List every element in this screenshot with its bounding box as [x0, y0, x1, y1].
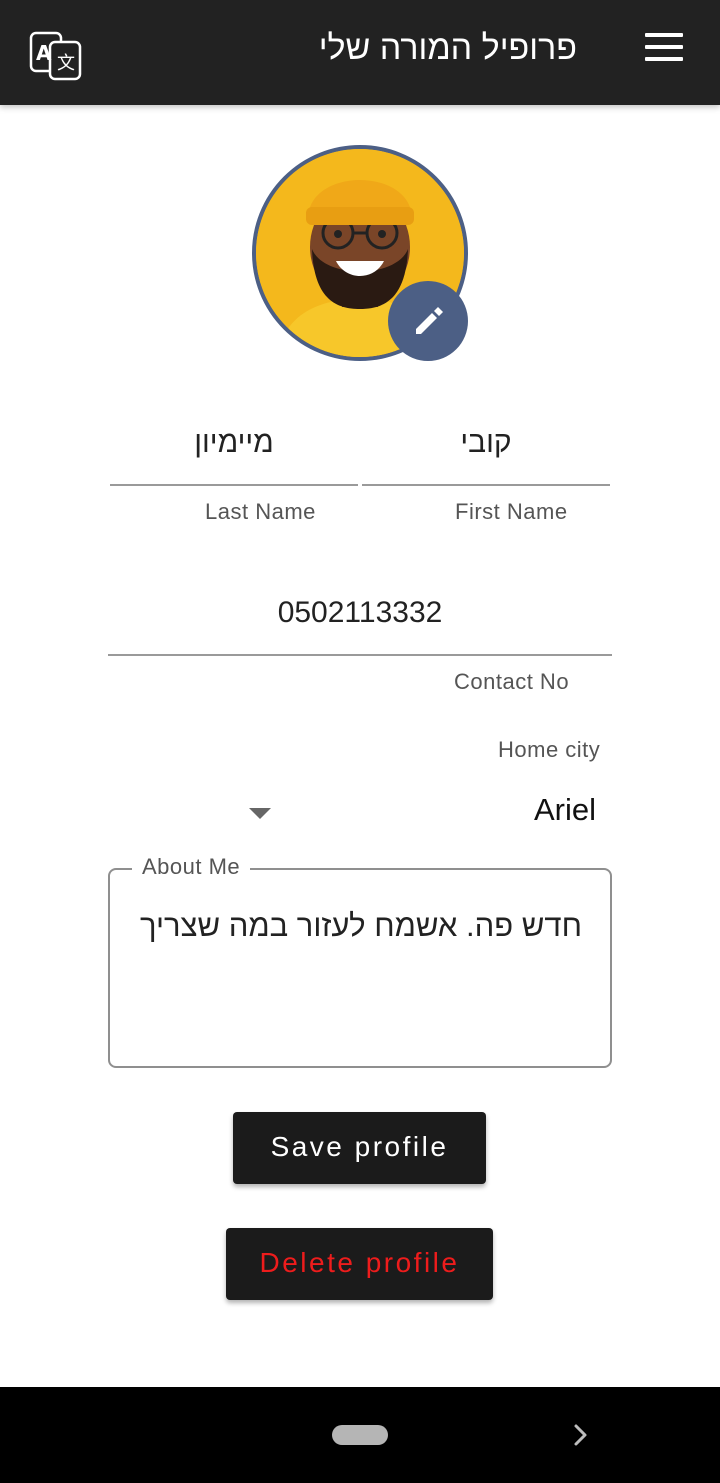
last-name-underline — [110, 484, 358, 486]
contact-value: 0502113332 — [277, 596, 443, 629]
first-name-field[interactable]: קובי — [362, 420, 610, 488]
translate-icon[interactable]: A 文 — [28, 30, 84, 82]
home-city-value: Ariel — [533, 792, 596, 827]
dropdown-arrow-icon — [249, 808, 271, 819]
svg-text:文: 文 — [57, 53, 75, 74]
last-name-value: מיימיון — [194, 426, 274, 459]
contact-label: Contact No — [454, 669, 570, 694]
first-name-label: First Name — [455, 499, 568, 524]
home-city-label: Home city — [498, 737, 601, 762]
about-me-label: About Me — [132, 854, 251, 880]
last-name-label: Last Name — [205, 499, 316, 524]
last-name-field[interactable]: מיימיון — [110, 420, 358, 488]
about-me-textarea[interactable]: About Me חדש פה. אשמח לעזור במה שצריך — [108, 854, 612, 1068]
save-profile-button[interactable]: Save profile — [233, 1112, 486, 1184]
svg-text:A: A — [36, 41, 52, 65]
home-city-select[interactable]: Ariel — [108, 780, 612, 842]
contact-underline — [108, 654, 612, 656]
chevron-right-icon[interactable] — [568, 1421, 594, 1449]
app-header: A 文 פרופיל המורה שלי — [0, 0, 720, 105]
page-title: פרופיל המורה שלי — [318, 29, 577, 67]
contact-field[interactable]: 0502113332 — [108, 590, 612, 658]
about-me-value: חדש פה. אשמח לעזור במה שצריך — [140, 908, 582, 943]
home-pill-icon[interactable] — [332, 1425, 388, 1445]
avatar — [252, 145, 468, 361]
system-navigation-bar — [0, 1387, 720, 1483]
first-name-underline — [362, 484, 610, 486]
pencil-icon[interactable] — [388, 281, 468, 361]
hamburger-menu-icon[interactable] — [643, 33, 685, 65]
delete-profile-button[interactable]: Delete profile — [226, 1228, 493, 1300]
first-name-value: קובי — [460, 426, 512, 459]
